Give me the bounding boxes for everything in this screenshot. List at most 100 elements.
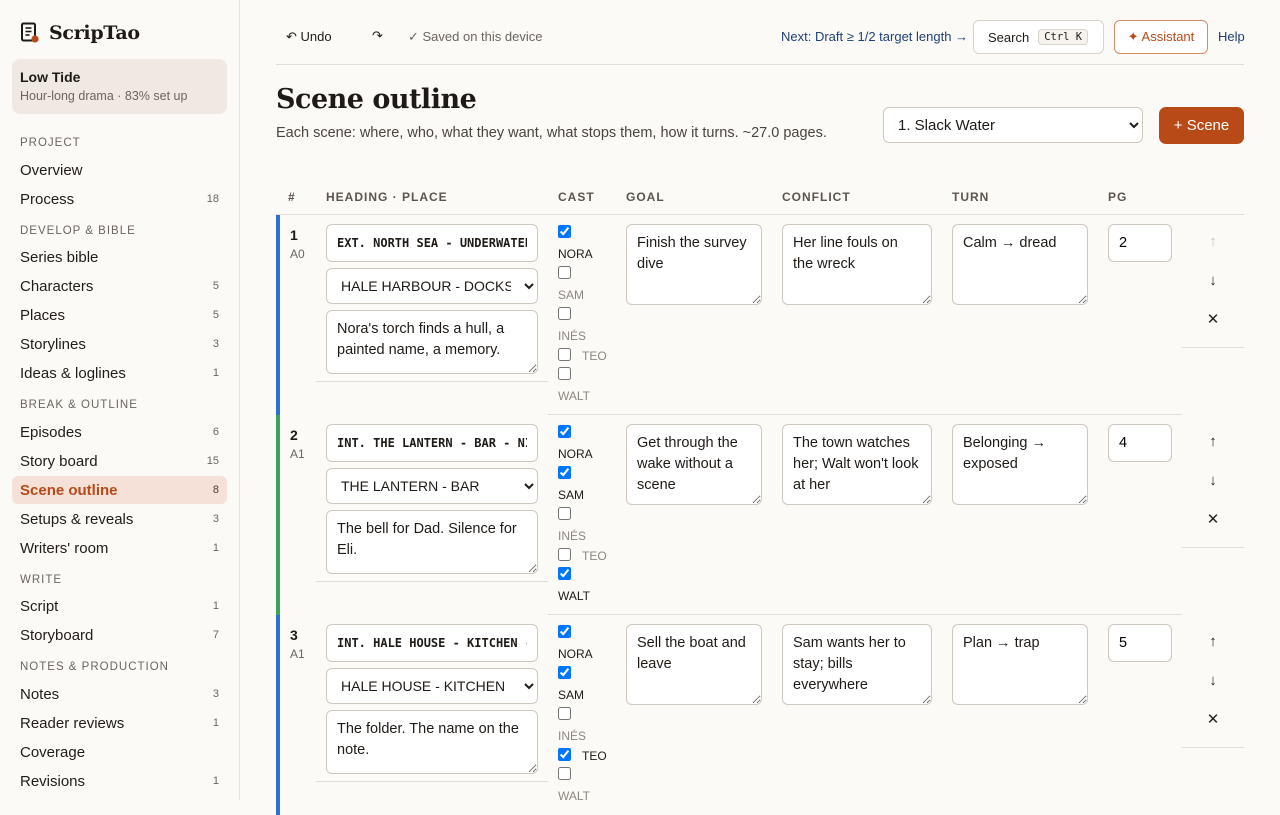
cast-checkbox[interactable] [558,507,571,520]
assistant-button[interactable]: ✦ Assistant [1114,20,1208,54]
sidebar-item-ideas-loglines[interactable]: Ideas & loglines 1 [12,359,227,387]
cast-toggle-sam[interactable]: SAM [558,266,628,302]
turn-input[interactable]: Calm → dread [952,224,1088,305]
cast-toggle-walt[interactable]: WALT [558,567,628,603]
cast-checkbox[interactable] [558,425,571,438]
sidebar-item-notes[interactable]: Notes 3 [12,680,227,708]
move-up-icon[interactable]: ↑ [1201,630,1225,654]
sidebar-item-story-board[interactable]: Story board 15 [12,447,227,475]
cast-name: WALT [558,389,590,403]
search-button[interactable]: Search Ctrl K [973,20,1104,54]
sidebar-item-coverage[interactable]: Coverage [12,738,227,766]
scene-row: 2 A1 THE LANTERN - BAR The bell for Dad.… [276,415,1244,615]
conflict-input[interactable]: Sam wants her to stay; bills everywhere [782,624,932,705]
project-card[interactable]: Low Tide Hour-long drama · 83% set up [12,59,227,114]
sidebar-item-writers-room[interactable]: Writers' room 1 [12,534,227,562]
page-count-input[interactable] [1108,224,1172,262]
cast-checkbox[interactable] [558,348,571,361]
place-select[interactable]: HALE HARBOUR - DOCKS [326,268,538,304]
sidebar-item-revisions[interactable]: Revisions 1 [12,767,227,795]
cast-name: SAM [558,688,585,702]
next-step-link[interactable]: Next: Draft ≥ 1/2 target length → [781,29,968,44]
cast-toggle-nora[interactable]: NORA [558,625,628,661]
cast-toggle-walt[interactable]: WALT [558,367,628,403]
sidebar-item-scene-outline[interactable]: Scene outline 8 [12,476,227,504]
move-down-icon[interactable]: ↓ [1201,669,1225,693]
sidebar-item-setups-reveals[interactable]: Setups & reveals 3 [12,505,227,533]
cast-toggle-nora[interactable]: NORA [558,225,628,261]
place-select[interactable]: THE LANTERN - BAR [326,468,538,504]
cast-toggle-ines[interactable]: INÉS [558,507,628,543]
turn-input[interactable]: Plan → trap [952,624,1088,705]
sidebar-item-label: Process [20,190,75,208]
undo-button[interactable]: ↶ Undo [286,29,332,45]
cast-checkbox[interactable] [558,748,571,761]
cast-checkbox[interactable] [558,266,571,279]
search-label: Search [988,29,1030,45]
page-count-input[interactable] [1108,624,1172,662]
cast-checkbox[interactable] [558,466,571,479]
help-link[interactable]: Help [1218,29,1245,44]
delete-icon[interactable]: ✕ [1201,508,1225,532]
cast-toggle-teo[interactable]: TEO [558,748,628,768]
cast-checkbox[interactable] [558,707,571,720]
sidebar-item-series-bible[interactable]: Series bible [12,243,227,271]
goal-input[interactable]: Sell the boat and leave [626,624,762,705]
scene-heading-input[interactable] [326,224,538,262]
conflict-input[interactable]: The town watches her; Walt won't look at… [782,424,932,505]
page-count-input[interactable] [1108,424,1172,462]
cast-checkbox[interactable] [558,767,571,780]
turn-input[interactable]: Belonging → exposed [952,424,1088,505]
cast-checkbox[interactable] [558,367,571,380]
cast-toggle-teo[interactable]: TEO [558,348,628,368]
scene-summary-input[interactable]: The bell for Dad. Silence for Eli. [326,510,538,574]
sidebar-item-storyboard[interactable]: Storyboard 7 [12,621,227,649]
sidebar-item-overview[interactable]: Overview [12,156,227,184]
cast-toggle-ines[interactable]: INÉS [558,307,628,343]
sidebar-item-count: 5 [212,309,219,321]
redo-button[interactable]: ↷ [372,28,383,44]
scene-heading-input[interactable] [326,624,538,662]
sidebar-item-characters[interactable]: Characters 5 [12,272,227,300]
goal-input[interactable]: Finish the survey dive [626,224,762,305]
app-name: ScripTao [49,22,140,44]
episode-select[interactable]: 1. Slack Water [883,107,1143,143]
row-divider [1182,347,1244,348]
scene-summary-input[interactable]: Nora's torch finds a hull, a painted nam… [326,310,538,374]
sidebar-item-places[interactable]: Places 5 [12,301,227,329]
brand[interactable]: ScripTao [20,22,140,44]
act-stripe [276,615,280,815]
cast-toggle-teo[interactable]: TEO [558,548,628,568]
move-down-icon[interactable]: ↓ [1201,469,1225,493]
sidebar-item-label: Episodes [20,423,82,441]
move-up-icon[interactable]: ↑ [1201,430,1225,454]
cast-checkbox[interactable] [558,225,571,238]
move-up-icon[interactable]: ↑ [1201,230,1225,254]
nav-section-project: Project [20,137,81,149]
cast-checkbox[interactable] [558,625,571,638]
cast-toggle-ines[interactable]: INÉS [558,707,628,743]
sidebar-item-episodes[interactable]: Episodes 6 [12,418,227,446]
cast-checkbox[interactable] [558,666,571,679]
place-select[interactable]: HALE HOUSE - KITCHEN [326,668,538,704]
goal-input[interactable]: Get through the wake without a scene [626,424,762,505]
scene-heading-input[interactable] [326,424,538,462]
cast-toggle-sam[interactable]: SAM [558,666,628,702]
sidebar-item-process[interactable]: Process 18 [12,185,227,213]
cast-name: TEO [582,349,607,363]
cast-toggle-nora[interactable]: NORA [558,425,628,461]
sidebar-item-storylines[interactable]: Storylines 3 [12,330,227,358]
delete-icon[interactable]: ✕ [1201,708,1225,732]
cast-checkbox[interactable] [558,548,571,561]
cast-checkbox[interactable] [558,567,571,580]
sidebar-item-script[interactable]: Script 1 [12,592,227,620]
move-down-icon[interactable]: ↓ [1201,269,1225,293]
cast-checkbox[interactable] [558,307,571,320]
cast-toggle-sam[interactable]: SAM [558,466,628,502]
delete-icon[interactable]: ✕ [1201,308,1225,332]
scene-summary-input[interactable]: The folder. The name on the note. [326,710,538,774]
sidebar-item-reader-reviews[interactable]: Reader reviews 1 [12,709,227,737]
add-scene-button[interactable]: + Scene [1159,107,1244,144]
cast-toggle-walt[interactable]: WALT [558,767,628,803]
conflict-input[interactable]: Her line fouls on the wreck [782,224,932,305]
